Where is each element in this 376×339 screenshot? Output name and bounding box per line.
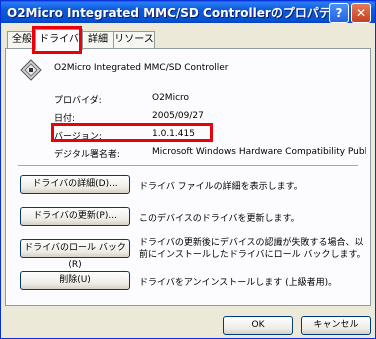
properties-dialog: O2Micro Integrated MMC/SD Controllerのプロパ… [0, 0, 376, 339]
rollback-driver-button[interactable]: ドライバのロール バック(R) [20, 239, 130, 270]
driver-panel: O2Micro Integrated MMC/SD Controller プロバ… [5, 48, 371, 306]
signer-label: デジタル署名者: [54, 150, 120, 160]
tab-details[interactable]: 詳細 [81, 31, 115, 48]
provider-label: プロバイダ: [54, 96, 102, 106]
provider-value: O2Micro [152, 93, 190, 103]
title-bar[interactable]: O2Micro Integrated MMC/SD Controllerのプロパ… [1, 1, 375, 23]
uninstall-button[interactable]: 削除(U) [20, 271, 130, 290]
rollback-driver-description-line2: 前にインストールしたドライバにロール バックします。 [139, 250, 366, 260]
device-name: O2Micro Integrated MMC/SD Controller [54, 63, 229, 73]
device-chip-icon [20, 59, 42, 81]
version-highlight [51, 123, 213, 142]
uninstall-description: ドライバをアンインストールします (上級者用)。 [139, 278, 338, 288]
ok-button[interactable]: OK [223, 316, 293, 335]
window-title: O2Micro Integrated MMC/SD Controllerのプロパ… [7, 6, 343, 20]
close-button[interactable]: ✕ [351, 3, 371, 23]
driver-details-description: ドライバ ファイルの詳細を表示します。 [139, 182, 303, 192]
driver-details-button[interactable]: ドライバの詳細(D)... [20, 175, 130, 194]
date-value: 2005/09/27 [152, 111, 204, 121]
update-driver-description: このデバイスのドライバを更新します。 [139, 214, 300, 224]
signer-value: Microsoft Windows Hardware Compatibility… [152, 147, 366, 157]
cancel-button[interactable]: キャンセル [301, 316, 371, 335]
separator [18, 165, 358, 167]
update-driver-button[interactable]: ドライバの更新(P)... [20, 207, 130, 226]
tab-resources[interactable]: リソース [113, 31, 155, 48]
driver-tab-highlight [32, 26, 82, 54]
help-button[interactable]: ? [329, 3, 349, 23]
